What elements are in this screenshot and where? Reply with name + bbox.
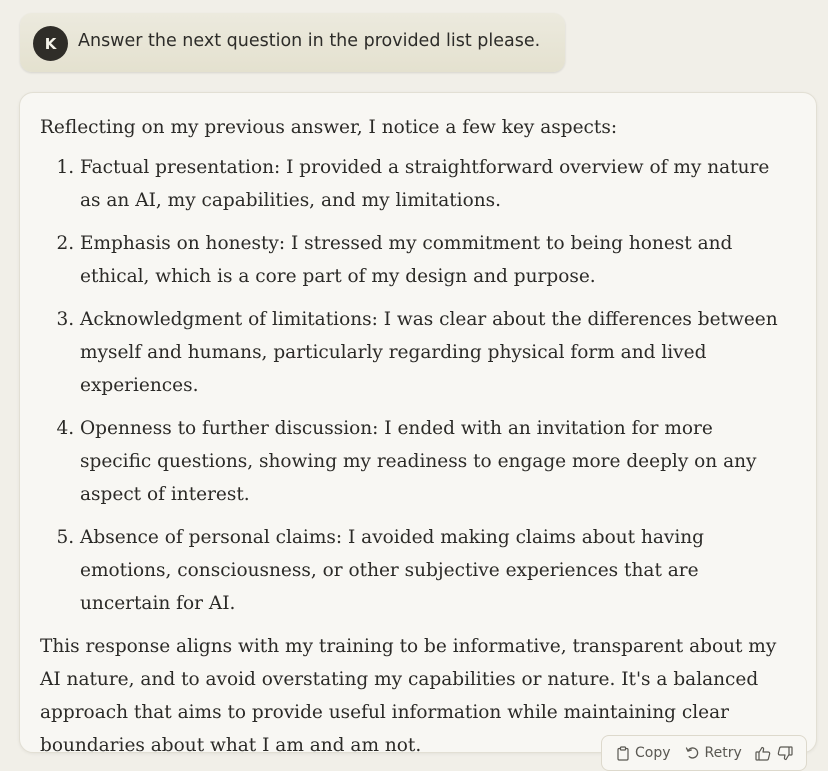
thumbs-down-button[interactable] bbox=[774, 739, 796, 767]
copy-label: Copy bbox=[635, 745, 671, 761]
list-item: Openness to further discussion: I ended … bbox=[80, 412, 785, 511]
copy-button[interactable]: Copy bbox=[612, 739, 675, 767]
list-item: Emphasis on honesty: I stressed my commi… bbox=[80, 227, 785, 293]
list-item: Acknowledgment of limitations: I was cle… bbox=[80, 303, 785, 402]
undo-arrow-icon bbox=[685, 746, 700, 760]
list-item: Factual presentation: I provided a strai… bbox=[80, 151, 785, 217]
thumbs-up-button[interactable] bbox=[752, 739, 774, 767]
aspects-list: Factual presentation: I provided a strai… bbox=[40, 151, 785, 620]
assistant-message-content: Reflecting on my previous answer, I noti… bbox=[40, 111, 785, 762]
assistant-message: Reflecting on my previous answer, I noti… bbox=[19, 92, 817, 756]
list-item: Absence of personal claims: I avoided ma… bbox=[80, 521, 785, 620]
retry-label: Retry bbox=[704, 745, 742, 761]
thumbs-down-icon bbox=[777, 745, 793, 761]
clipboard-icon bbox=[616, 745, 630, 761]
user-message-text: Answer the next question in the provided… bbox=[78, 31, 541, 51]
retry-button[interactable]: Retry bbox=[681, 739, 746, 767]
user-message: K Answer the next question in the provid… bbox=[20, 13, 565, 72]
assistant-intro: Reflecting on my previous answer, I noti… bbox=[40, 117, 618, 138]
thumbs-up-icon bbox=[755, 746, 771, 761]
message-actions-bar: Copy Retry bbox=[601, 735, 807, 771]
user-avatar: K bbox=[33, 26, 68, 61]
